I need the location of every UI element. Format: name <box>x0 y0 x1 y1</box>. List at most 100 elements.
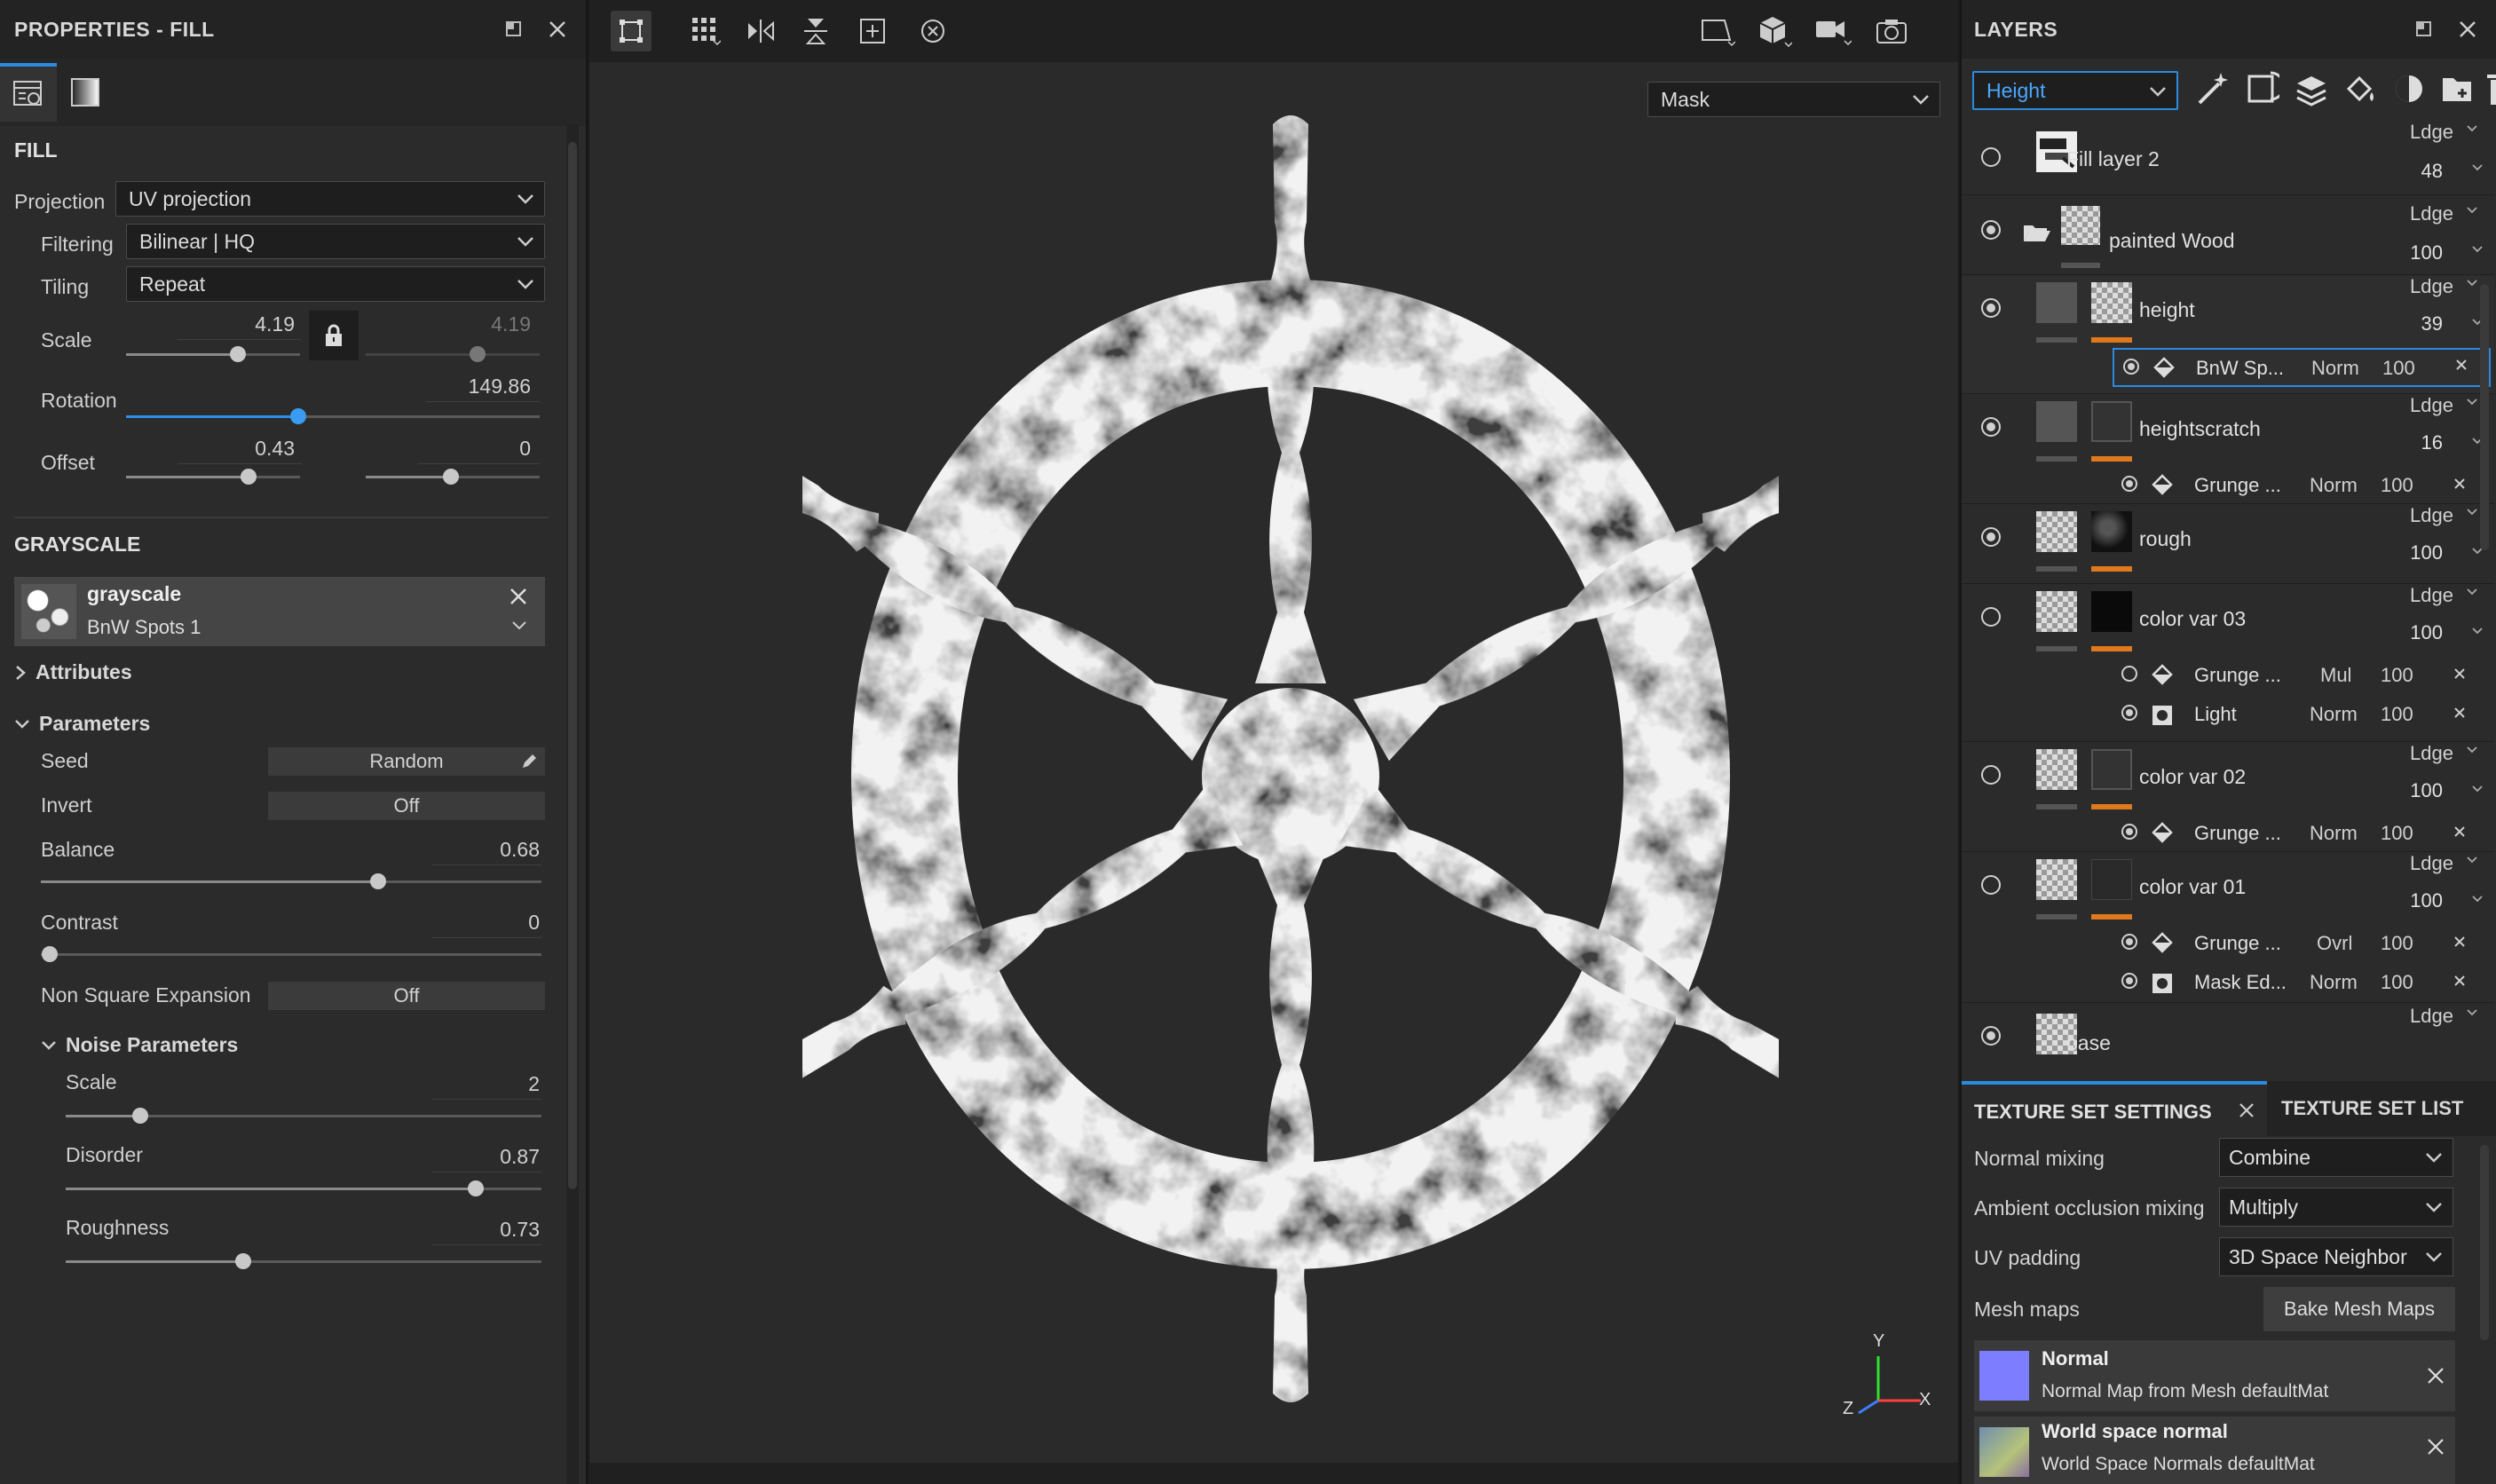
visibility-toggle[interactable] <box>2123 359 2139 375</box>
bake-mesh-maps-button[interactable]: Bake Mesh Maps <box>2263 1287 2455 1331</box>
chevron-down-icon[interactable] <box>2466 856 2478 864</box>
visibility-toggle[interactable] <box>2121 476 2137 492</box>
effect-opacity[interactable]: 100 <box>2381 932 2413 955</box>
chevron-down-icon[interactable] <box>2466 279 2478 288</box>
close-icon[interactable] <box>549 20 566 38</box>
visibility-toggle[interactable] <box>2121 705 2137 721</box>
visibility-toggle[interactable] <box>1981 220 2001 240</box>
blend-mode[interactable]: Ldge <box>2410 1005 2453 1028</box>
view-cube-button[interactable] <box>1754 11 1795 51</box>
attributes-toggle[interactable]: Attributes <box>14 660 132 684</box>
effect-opacity[interactable]: 100 <box>2381 474 2413 497</box>
ao-mixing-dropdown[interactable]: Multiply <box>2219 1188 2453 1227</box>
chevron-down-icon[interactable] <box>2466 588 2478 596</box>
opacity-value[interactable]: 100 <box>2410 541 2443 564</box>
filter-effect-row[interactable]: Mask Ed... Norm 100 <box>1962 964 2494 1003</box>
reset-camera-button[interactable] <box>912 11 953 51</box>
layer-row[interactable]: color var 01 Ldge 100 Grunge ... Ovrl 10… <box>1962 852 2494 1003</box>
scrollbar-thumb[interactable] <box>568 142 577 1189</box>
blend-mode[interactable]: Ldge <box>2410 202 2453 225</box>
visibility-toggle[interactable] <box>2121 934 2137 950</box>
disorder-slider[interactable] <box>66 1180 541 1196</box>
properties-scrollbar[interactable] <box>566 124 579 1484</box>
mesh-map-slot-world-normal[interactable]: World space normal World Space Normals d… <box>1974 1417 2455 1484</box>
layer-row[interactable]: height Ldge 39 BnW Sp... Norm 100 <box>1962 275 2494 394</box>
scale-slider-handle[interactable] <box>230 346 246 362</box>
offset-x-slider[interactable] <box>126 469 300 485</box>
effect-blend-mode[interactable]: Ovrl <box>2317 932 2352 955</box>
effect-blend-mode[interactable]: Norm <box>2310 474 2358 497</box>
screenshot-button[interactable] <box>1871 11 1912 51</box>
chevron-down-icon[interactable] <box>2471 895 2484 904</box>
fill-effect-row[interactable]: Grunge ... Mul 100 <box>1962 657 2494 696</box>
effect-blend-mode[interactable]: Norm <box>2310 703 2358 726</box>
close-icon[interactable] <box>2453 935 2466 948</box>
delete-layer-icon[interactable] <box>2485 69 2496 110</box>
opacity-value[interactable]: 100 <box>2410 241 2443 264</box>
layer-name[interactable]: Fill layer 2 <box>2066 147 2160 171</box>
add-folder-icon[interactable] <box>2439 69 2475 110</box>
close-icon[interactable] <box>2427 1438 2445 1456</box>
roughness-slider[interactable] <box>66 1253 541 1269</box>
layers-scrollbar[interactable] <box>2480 284 2489 550</box>
channel-select[interactable]: Height <box>1972 71 2178 110</box>
visibility-toggle[interactable] <box>1981 607 2001 627</box>
balance-value[interactable]: 0.68 <box>435 838 540 862</box>
add-mask-icon[interactable] <box>2244 69 2279 110</box>
blend-mode[interactable]: Ldge <box>2410 852 2453 875</box>
filtering-dropdown[interactable]: Bilinear | HQ <box>126 224 545 259</box>
fill-effect-row[interactable]: Grunge ... Ovrl 100 <box>1962 925 2494 964</box>
scale-value[interactable]: 4.19 <box>195 312 295 336</box>
chevron-down-icon[interactable] <box>2471 163 2484 172</box>
chevron-down-icon[interactable] <box>2466 124 2478 133</box>
lock-button[interactable] <box>309 311 359 360</box>
roughness-slider-handle[interactable] <box>235 1253 251 1269</box>
tab-texture-set-list[interactable]: TEXTURE SET LIST <box>2272 1081 2496 1136</box>
close-icon[interactable] <box>2427 1367 2445 1385</box>
close-icon[interactable] <box>2459 20 2476 38</box>
grayscale-resource-slot[interactable]: grayscale BnW Spots 1 <box>14 577 545 646</box>
3d-viewport[interactable]: Mask Y X Z <box>589 0 1958 1484</box>
chevron-down-icon[interactable] <box>2466 398 2478 407</box>
mirror-x-button[interactable] <box>740 11 781 51</box>
layer-name[interactable]: heightscratch <box>2139 417 2261 441</box>
projection-dropdown[interactable]: UV projection <box>115 181 545 217</box>
visibility-toggle[interactable] <box>1981 875 2001 895</box>
chevron-down-icon[interactable] <box>2471 627 2484 635</box>
visibility-toggle[interactable] <box>2121 973 2137 989</box>
chevron-down-icon[interactable] <box>2471 245 2484 254</box>
effect-opacity[interactable]: 100 <box>2381 703 2413 726</box>
visibility-toggle[interactable] <box>1981 417 2001 437</box>
blend-mode[interactable]: Ldge <box>2410 584 2453 607</box>
effect-blend-mode[interactable]: Norm <box>2310 971 2358 994</box>
visibility-toggle[interactable] <box>2121 824 2137 840</box>
ship-wheel-model[interactable] <box>802 115 1779 1402</box>
layer-name[interactable]: rough <box>2139 527 2192 551</box>
close-icon[interactable] <box>2455 359 2468 371</box>
visibility-toggle[interactable] <box>1981 527 2001 547</box>
layer-name[interactable]: color var 01 <box>2139 875 2246 899</box>
tab-properties[interactable] <box>0 63 57 122</box>
blend-mode[interactable]: Ldge <box>2410 504 2453 527</box>
texture-set-scrollbar[interactable] <box>2480 1145 2489 1340</box>
opacity-value[interactable]: 100 <box>2410 889 2443 912</box>
mesh-map-slot-normal[interactable]: Normal Normal Map from Mesh defaultMat <box>1974 1340 2455 1411</box>
opacity-value[interactable]: 100 <box>2410 621 2443 644</box>
non-square-expansion-toggle[interactable]: Off <box>268 982 545 1010</box>
close-icon[interactable] <box>2453 667 2466 680</box>
layer-row[interactable]: base Ldge <box>1962 1003 2494 1069</box>
contrast-slider-handle[interactable] <box>42 946 58 962</box>
display-mode-button[interactable] <box>1697 11 1738 51</box>
tab-grayscale[interactable] <box>57 63 114 122</box>
rotation-slider[interactable] <box>126 408 540 424</box>
selection-tool-button[interactable] <box>611 11 652 51</box>
visibility-toggle[interactable] <box>2121 666 2137 682</box>
uv-padding-dropdown[interactable]: 3D Space Neighbor <box>2219 1237 2453 1276</box>
noise-scale-slider[interactable] <box>66 1108 541 1124</box>
mirror-y-button[interactable] <box>795 11 836 51</box>
offset-y-slider-handle[interactable] <box>443 469 459 485</box>
layer-row[interactable]: color var 03 Ldge 100 Grunge ... Mul 100… <box>1962 584 2494 742</box>
normal-mixing-dropdown[interactable]: Combine <box>2219 1138 2453 1177</box>
effect-blend-mode[interactable]: Norm <box>2310 822 2358 845</box>
roughness-value[interactable]: 0.73 <box>435 1218 540 1242</box>
